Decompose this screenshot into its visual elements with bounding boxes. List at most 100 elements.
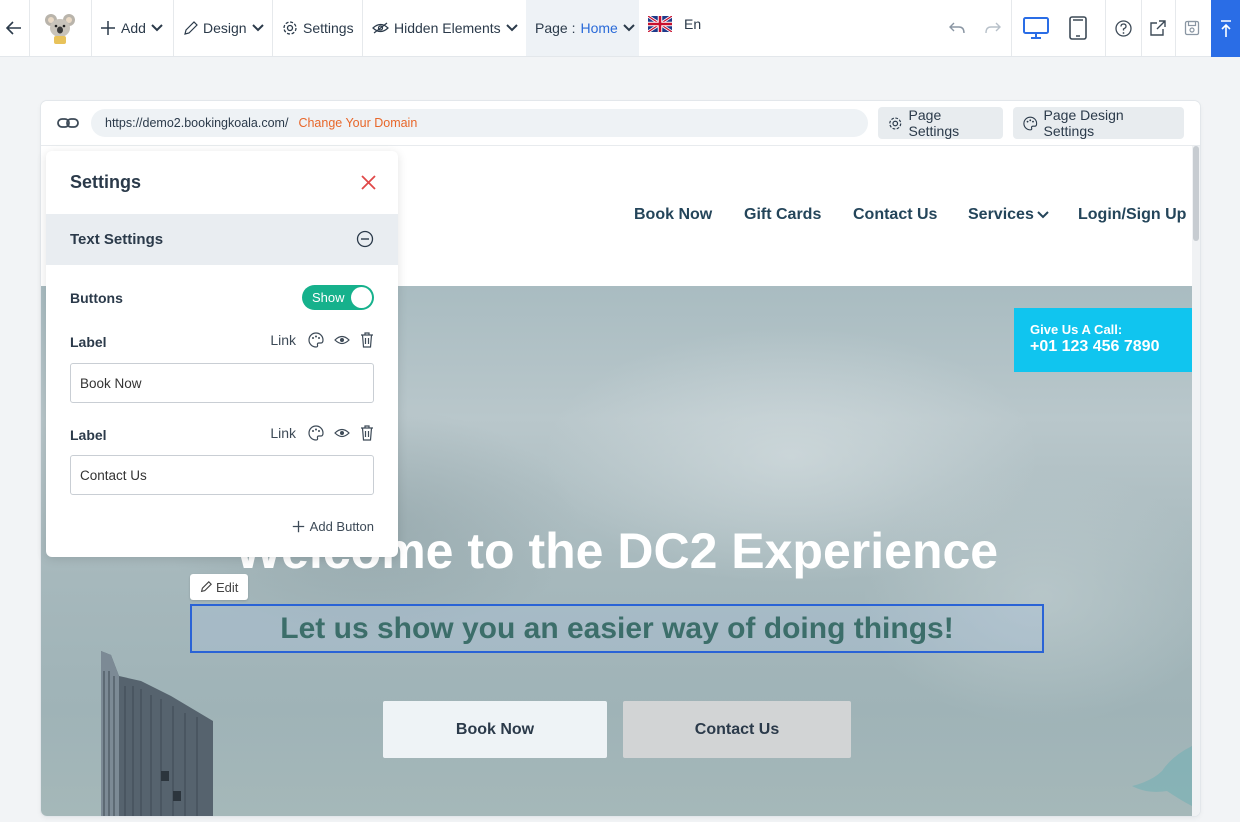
gear-icon	[283, 21, 297, 35]
button-1-tools: Link	[270, 332, 374, 348]
link-icon	[57, 118, 79, 128]
help-icon	[1114, 19, 1132, 37]
language-selector[interactable]: En	[648, 0, 701, 56]
language-label: En	[684, 16, 702, 32]
external-link-icon	[1150, 20, 1166, 36]
page-prefix: Page :	[535, 20, 576, 36]
preview-external-button[interactable]	[1146, 0, 1170, 56]
koala-logo	[45, 14, 75, 44]
save-icon	[1184, 20, 1200, 36]
palette-icon[interactable]	[308, 425, 324, 441]
page-design-settings-button[interactable]: Page Design Settings	[1013, 107, 1184, 139]
tablet-icon	[1069, 16, 1087, 40]
uk-flag-icon	[648, 16, 672, 32]
nav-services[interactable]: Services	[968, 206, 1049, 224]
nav-gift-cards[interactable]: Gift Cards	[744, 206, 821, 224]
page-selector[interactable]: Page : Home	[526, 0, 639, 56]
nav-book-now[interactable]: Book Now	[634, 206, 712, 224]
close-icon[interactable]	[361, 175, 376, 190]
nav-services-label: Services	[968, 206, 1034, 223]
redo-button[interactable]	[981, 0, 1005, 56]
desktop-icon	[1023, 17, 1049, 39]
scroll-to-top-button[interactable]	[1211, 0, 1240, 57]
hidden-elements-menu[interactable]: Hidden Elements	[372, 0, 518, 56]
page-value: Home	[580, 20, 618, 36]
hidden-elements-label: Hidden Elements	[394, 20, 501, 36]
call-box[interactable]: Give Us A Call: +01 123 456 7890	[1014, 308, 1192, 372]
button-1-link[interactable]: Link	[270, 332, 296, 348]
chevron-down-icon	[1037, 211, 1049, 219]
decorative-splash	[1132, 746, 1192, 806]
plus-icon	[292, 520, 304, 533]
button-2-label: Label	[70, 427, 107, 443]
settings-label: Settings	[303, 20, 354, 36]
pencil-icon	[200, 581, 212, 593]
chevron-down-icon	[505, 24, 518, 32]
palette-icon	[1023, 116, 1038, 130]
buttons-label: Buttons	[70, 290, 123, 306]
settings-panel: Settings Text Settings Buttons Show Labe…	[46, 151, 398, 557]
call-label: Give Us A Call:	[1030, 322, 1123, 337]
design-label: Design	[203, 20, 247, 36]
trash-icon[interactable]	[360, 425, 374, 441]
back-button[interactable]	[4, 0, 24, 56]
redo-icon	[985, 22, 1001, 34]
app-logo[interactable]	[42, 0, 78, 56]
page-settings-button[interactable]: Page Settings	[878, 107, 1003, 139]
call-number: +01 123 456 7890	[1030, 338, 1160, 355]
add-button[interactable]: Add Button	[292, 519, 374, 534]
text-settings-section[interactable]: Text Settings	[46, 214, 398, 265]
eye-icon[interactable]	[334, 334, 350, 346]
back-arrow-icon	[6, 21, 21, 35]
minus-circle-icon[interactable]	[356, 230, 374, 248]
edit-label: Edit	[216, 579, 239, 595]
building-illustration	[101, 651, 213, 816]
text-settings-title: Text Settings	[70, 231, 164, 248]
button-1-text-input[interactable]	[70, 363, 374, 403]
trash-icon[interactable]	[360, 332, 374, 348]
eye-slash-icon	[372, 22, 389, 34]
button-2-tools: Link	[270, 425, 374, 441]
add-menu[interactable]: Add	[100, 0, 163, 56]
help-button[interactable]	[1111, 0, 1135, 56]
plus-icon	[101, 21, 115, 35]
pencil-icon	[184, 20, 198, 35]
add-button-label: Add Button	[309, 519, 374, 534]
button-2-link[interactable]: Link	[270, 425, 296, 441]
desktop-view-button[interactable]	[1018, 0, 1054, 56]
nav-contact-us[interactable]: Contact Us	[853, 206, 937, 224]
hero-subtitle: Let us show you an easier way of doing t…	[280, 611, 954, 645]
change-domain-link[interactable]: Change Your Domain	[298, 116, 417, 130]
settings-menu[interactable]: Settings	[282, 0, 354, 56]
url-bar: https://demo2.bookingkoala.com/ Change Y…	[41, 101, 1200, 146]
nav-login-signup[interactable]: Login/Sign Up	[1078, 206, 1186, 224]
hero-contact-us-button[interactable]: Contact Us	[623, 701, 851, 758]
chevron-down-icon	[151, 24, 163, 32]
add-label: Add	[121, 20, 146, 36]
button-1-label: Label	[70, 334, 107, 350]
hero-book-now-button[interactable]: Book Now	[383, 701, 607, 758]
button-2-text-input[interactable]	[70, 455, 374, 495]
design-menu[interactable]: Design	[183, 0, 264, 56]
arrow-to-top-icon	[1220, 19, 1231, 37]
url-field: https://demo2.bookingkoala.com/ Change Y…	[91, 109, 868, 137]
buttons-show-toggle[interactable]: Show	[302, 285, 374, 310]
site-url: https://demo2.bookingkoala.com/	[105, 116, 289, 130]
undo-button[interactable]	[945, 0, 969, 56]
page-design-settings-label: Page Design Settings	[1043, 107, 1124, 139]
eye-icon[interactable]	[334, 427, 350, 439]
page-settings-label: Page Settings	[908, 107, 960, 139]
chevron-down-icon	[251, 24, 264, 32]
palette-icon[interactable]	[308, 332, 324, 348]
toggle-label: Show	[312, 290, 345, 305]
edit-button[interactable]: Edit	[190, 574, 249, 600]
gear-icon	[889, 116, 902, 130]
save-button[interactable]	[1180, 0, 1204, 56]
hero-subtitle-selected[interactable]: Let us show you an easier way of doing t…	[190, 604, 1044, 653]
tablet-view-button[interactable]	[1064, 0, 1092, 56]
undo-icon	[949, 22, 965, 34]
top-toolbar: Add Design Settings Hidden Elements Page…	[0, 0, 1240, 57]
chevron-down-icon	[623, 24, 635, 32]
canvas-scrollbar[interactable]	[1192, 146, 1200, 816]
settings-panel-title: Settings	[70, 172, 142, 192]
